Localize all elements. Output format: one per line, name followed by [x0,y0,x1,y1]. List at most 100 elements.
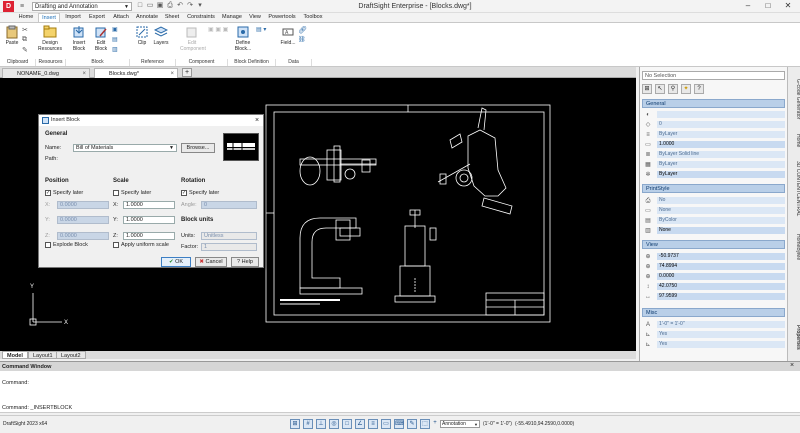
etrack-icon[interactable]: ∠ [355,419,365,429]
browse-button[interactable]: Browse... [181,143,215,153]
scale-y-input[interactable]: 1.0000 [123,216,175,224]
close-icon[interactable]: × [790,362,794,369]
prop-center-x[interactable]: -50.9737 [657,253,785,260]
prop-thickness[interactable]: ByLayer [657,171,785,178]
maximize-icon[interactable]: □ [758,0,778,12]
prop-printstyle[interactable]: None [657,207,785,214]
doc-tab-blocks[interactable]: Blocks.dwg* × [94,68,178,78]
menu-icon[interactable]: ≡ [17,2,27,11]
tab-insert[interactable]: Insert [38,13,60,22]
scale-specify-later-checkbox[interactable] [113,190,119,196]
view-section[interactable]: View [642,240,785,249]
highlight-icon[interactable]: ✦ [681,84,691,94]
block-tool-icon[interactable]: ▣ [112,26,118,33]
define-block-button[interactable]: Define Block... [232,25,254,52]
print-icon[interactable]: ⎙ [166,2,174,10]
component-tool-icon[interactable]: ▣ ▣ ▣ [208,26,228,33]
ok-button[interactable]: ✔ OK [161,257,191,267]
angle-input[interactable]: 0 [201,201,257,209]
prop-width[interactable]: 97.9599 [657,293,785,300]
selection-icon[interactable]: ⬚ [420,419,430,429]
prop-printtable[interactable]: ByColor [657,217,785,224]
block-attribute-icon[interactable]: ▤ [112,36,118,43]
clip-button[interactable]: Clip [134,25,150,46]
ortho-icon[interactable]: ⊥ [316,419,326,429]
prop-transparency[interactable]: ByLayer [657,161,785,168]
tab-attach[interactable]: Attach [110,13,132,22]
close-icon[interactable]: ✕ [778,0,798,12]
new-icon[interactable]: □ [136,2,144,10]
design-resources-button[interactable]: Design Resources [36,25,64,52]
side-tab-properties[interactable]: Properties [788,317,800,357]
general-section[interactable]: General [642,99,785,108]
command-input[interactable]: Command: _INSERTBLOCK [2,405,72,411]
edit-component-button[interactable]: Edit Component [180,25,206,52]
tab-annotate[interactable]: Annotate [133,13,161,22]
snap-icon[interactable]: ⊞ [290,419,300,429]
prop-linetype[interactable]: ByLayer [657,131,785,138]
cut-icon[interactable]: ✂ [22,26,28,34]
prop-center-y[interactable]: 74.8994 [657,263,785,270]
model-icon[interactable]: ▭ [381,419,391,429]
format-painter-icon[interactable]: ✎ [22,46,28,54]
layout-tab-model[interactable]: Model [2,351,28,359]
minimize-icon[interactable]: – [738,0,758,12]
help-button[interactable]: ? Help [231,257,259,267]
side-tab-3dcontentcentral[interactable]: 3D CONTENTCENTRAL [788,155,800,223]
copy-icon[interactable]: ⧉ [22,36,27,44]
uniform-scale-checkbox[interactable] [113,242,119,248]
esnap-icon[interactable]: □ [342,419,352,429]
redo-icon[interactable]: ↷ [186,2,194,10]
toggle-pickadd-icon[interactable]: ⊞ [642,84,652,94]
layers-button[interactable]: Layers [152,25,170,46]
field-button[interactable]: A Field... [280,25,296,46]
misc-section[interactable]: Misc [642,308,785,317]
annotation-scale[interactable]: (1'-0" = 1'-0") [483,421,512,427]
pos-z-input[interactable]: 0.0000 [57,232,109,240]
layout-tab-layout1[interactable]: Layout1 [28,351,58,359]
explode-block-checkbox[interactable] [45,242,51,248]
prop-height[interactable]: 42.0750 [657,283,785,290]
scale-x-input[interactable]: 1.0000 [123,201,175,209]
new-tab-button[interactable]: + [182,68,192,77]
edit-block-button[interactable]: Edit Block [92,25,110,52]
dynamic-input-icon[interactable]: ⌨ [394,419,404,429]
tab-manage[interactable]: Manage [220,13,244,22]
paste-button[interactable]: Paste [3,25,21,46]
prop-print[interactable]: No [657,197,785,204]
tab-toolbox[interactable]: Toolbox [300,13,326,22]
prop-linescale[interactable]: 1.0000 [657,141,785,148]
prop-layer[interactable]: 0 [657,121,785,128]
hyperlink-icon[interactable]: 🔗︎ [298,26,307,34]
help-icon[interactable]: ? [694,84,704,94]
insert-block-button[interactable]: Insert Block [68,25,90,52]
pos-y-input[interactable]: 0.0000 [57,216,109,224]
tab-home[interactable]: Home [15,13,37,22]
lineweight-icon[interactable]: ≡ [368,419,378,429]
tab-sheet[interactable]: Sheet [162,13,182,22]
prop-printattach[interactable]: None [657,227,785,234]
block-name-select[interactable]: Bill of Materials ▼ [73,144,177,152]
open-icon[interactable]: ▭ [146,2,154,10]
workspace-select[interactable]: Drafting and Annotation ▼ [32,2,132,11]
position-specify-later-checkbox[interactable]: ✓ [45,190,51,196]
side-tab-gcode[interactable]: G-code Generator [788,71,800,127]
prop-center-z[interactable]: 0.0000 [657,273,785,280]
doc-tab-noname[interactable]: NONAME_0.dwg × [2,68,90,78]
prop-lineweight[interactable]: ByLayer Solid line [657,151,785,158]
annotation-select[interactable]: Annotation ▼ [440,420,480,428]
side-tab-home[interactable]: Home [788,131,800,151]
tab-export[interactable]: Export [86,13,108,22]
customize-icon[interactable]: ▾ [196,2,204,10]
tab-import[interactable]: Import [62,13,84,22]
selection-select[interactable]: No Selection [642,71,785,80]
cancel-button[interactable]: ✖ Cancel [195,257,227,267]
attribute-define-icon[interactable]: ▤ ▾ [256,26,266,33]
close-icon[interactable]: × [252,115,262,126]
save-icon[interactable]: ▣ [156,2,164,10]
undo-icon[interactable]: ↶ [176,2,184,10]
select-objects-icon[interactable]: ↖ [655,84,665,94]
tab-view[interactable]: View [246,13,264,22]
tab-powertools[interactable]: Powertools [266,13,298,22]
rotation-specify-later-checkbox[interactable]: ✓ [181,190,187,196]
